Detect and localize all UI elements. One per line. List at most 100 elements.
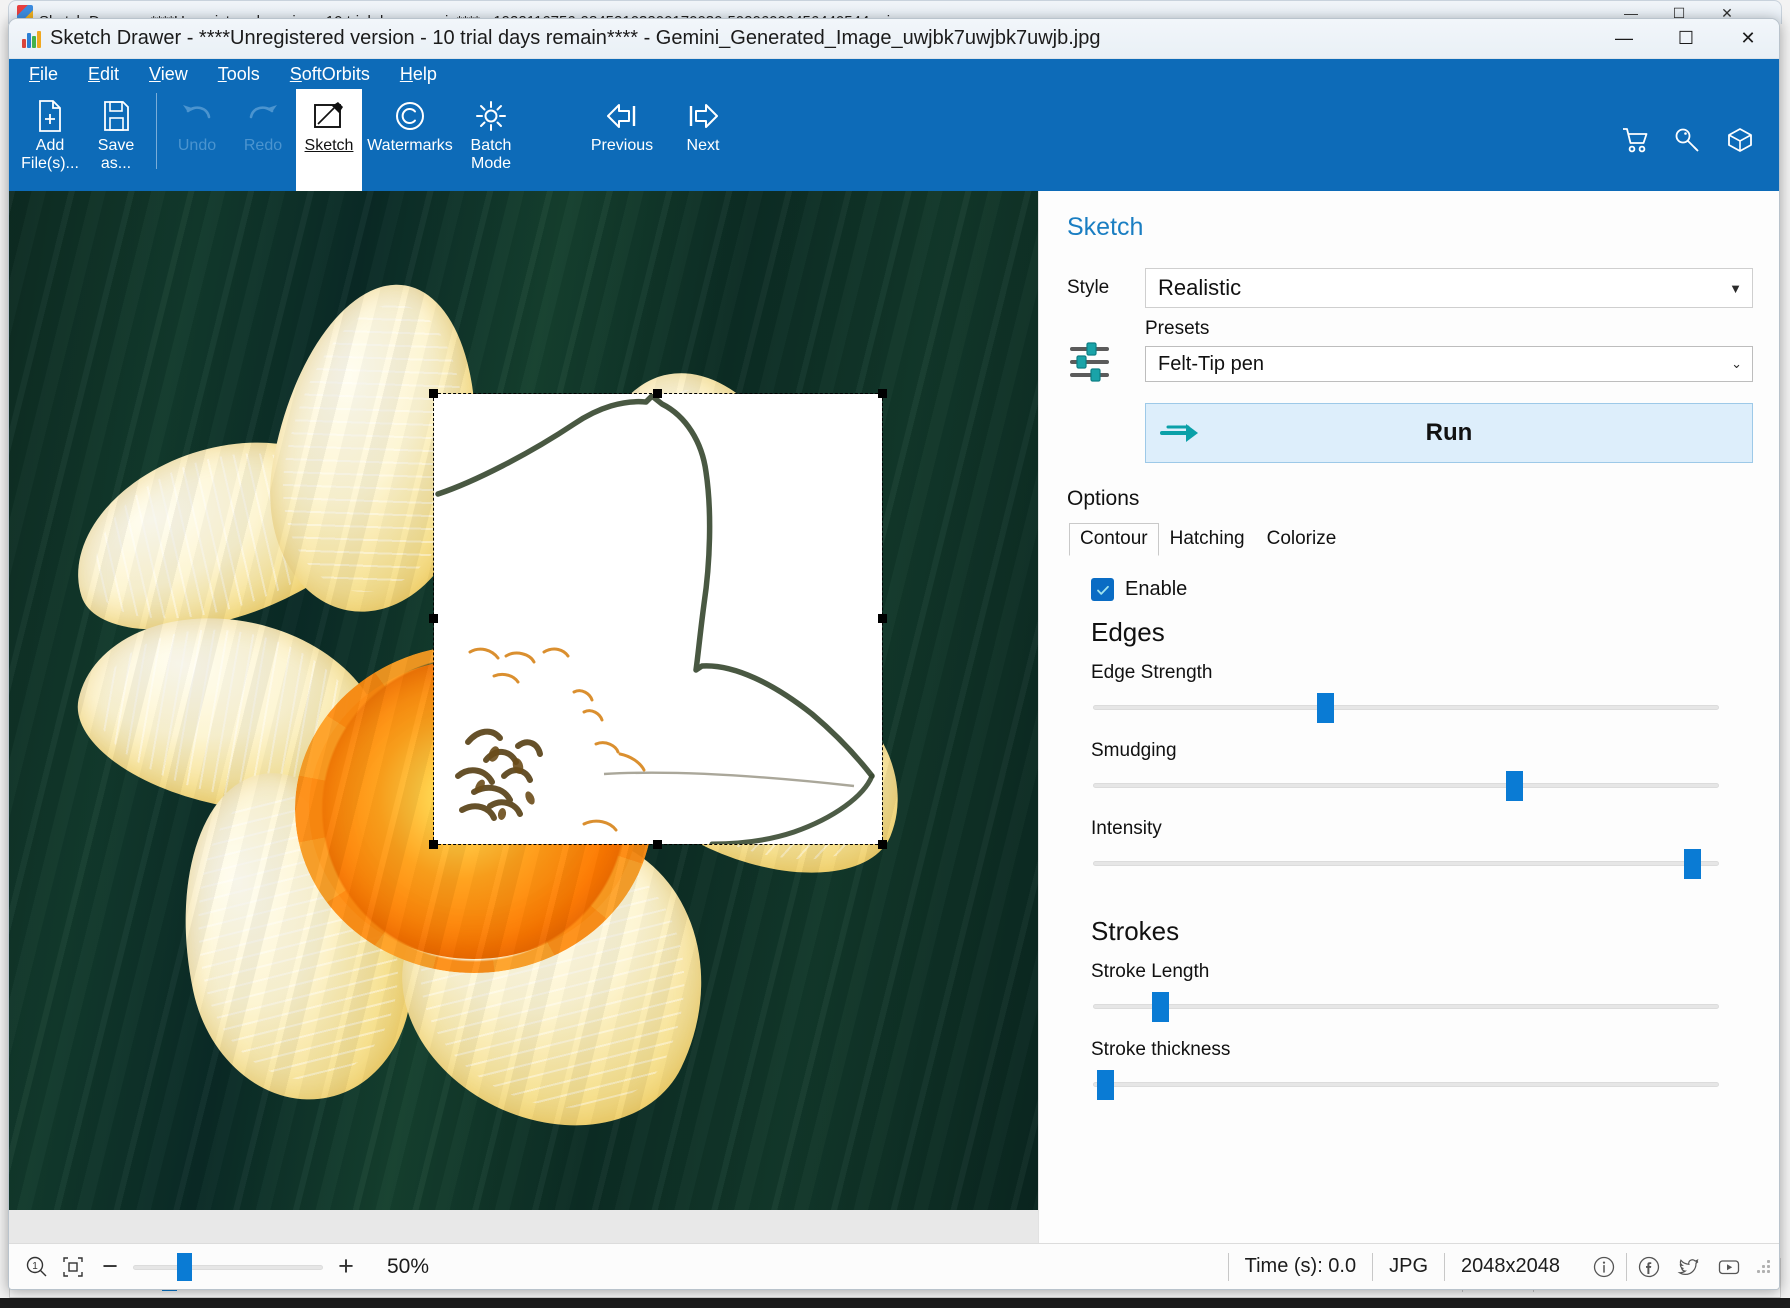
body: Sketch Style Realistic ▼ Presets Felt-Ti… bbox=[9, 191, 1779, 1243]
enable-checkbox[interactable] bbox=[1091, 578, 1114, 601]
menu-file[interactable]: File bbox=[25, 63, 62, 86]
undo-button[interactable]: Undo bbox=[164, 89, 230, 185]
batch-mode-button[interactable]: Batch Mode bbox=[458, 89, 524, 185]
maximize-button[interactable]: ☐ bbox=[1655, 19, 1717, 59]
next-button[interactable]: Next bbox=[670, 89, 736, 185]
zoom-in-button[interactable]: + bbox=[327, 1250, 365, 1284]
redo-label: Redo bbox=[243, 137, 283, 154]
window-title: Sketch Drawer - ****Unregistered version… bbox=[50, 27, 1101, 49]
slider-thumb[interactable] bbox=[1152, 992, 1170, 1022]
resize-handle-nw[interactable] bbox=[429, 389, 438, 398]
zoom-100-icon[interactable]: 1 bbox=[19, 1249, 55, 1285]
slider-track bbox=[1093, 861, 1719, 866]
processing-time: Time (s): 0.0 bbox=[1244, 1255, 1357, 1277]
info-icon[interactable] bbox=[1586, 1249, 1622, 1285]
watermarks-button[interactable]: Watermarks bbox=[362, 89, 458, 185]
stroke-length-slider[interactable] bbox=[1091, 989, 1719, 1025]
slider-thumb[interactable] bbox=[1683, 849, 1701, 879]
social-icons bbox=[1576, 1249, 1747, 1285]
edge-strength-slider[interactable] bbox=[1091, 690, 1719, 726]
strokes-section-title: Strokes bbox=[1091, 916, 1180, 946]
add-files-label: Add File(s)... bbox=[21, 137, 79, 173]
slider-thumb[interactable] bbox=[1097, 1070, 1115, 1100]
cart-icon[interactable] bbox=[1619, 123, 1653, 157]
redo-button[interactable]: Redo bbox=[230, 89, 296, 185]
statusbar: 1 − + 50% Time (s): 0.0 JPG 2048x2048 bbox=[9, 1243, 1779, 1289]
style-select[interactable]: Realistic ▼ bbox=[1145, 268, 1753, 308]
twitter-icon[interactable] bbox=[1671, 1249, 1707, 1285]
file-format: JPG bbox=[1389, 1255, 1429, 1277]
menu-edit[interactable]: Edit bbox=[84, 63, 123, 86]
resize-handle-sw[interactable] bbox=[429, 840, 438, 849]
slider-track bbox=[1093, 1004, 1719, 1009]
batch-mode-label: Batch Mode bbox=[470, 137, 512, 173]
canvas-area[interactable] bbox=[9, 191, 1038, 1243]
tab-colorize[interactable]: Colorize bbox=[1256, 523, 1348, 556]
presets-column: Presets Felt-Tip pen ⌄ bbox=[1145, 318, 1753, 382]
intensity-slider[interactable] bbox=[1091, 846, 1719, 882]
options-tabs: Contour Hatching Colorize bbox=[1069, 523, 1753, 556]
resize-handle-w[interactable] bbox=[429, 614, 438, 623]
presets-block: Presets Felt-Tip pen ⌄ bbox=[1067, 318, 1753, 389]
menu-tools[interactable]: Tools bbox=[214, 63, 264, 86]
run-button[interactable]: Run bbox=[1145, 403, 1753, 463]
zoom-slider[interactable] bbox=[133, 1250, 323, 1284]
sketch-button[interactable]: Sketch bbox=[296, 89, 362, 191]
tab-hatching[interactable]: Hatching bbox=[1159, 523, 1256, 556]
previous-label: Previous bbox=[590, 137, 654, 154]
save-icon bbox=[101, 95, 131, 137]
sketch-drawer-logo-icon bbox=[21, 29, 41, 49]
facebook-icon[interactable] bbox=[1631, 1249, 1667, 1285]
key-icon[interactable] bbox=[1671, 123, 1705, 157]
fit-to-window-icon[interactable] bbox=[55, 1249, 91, 1285]
resize-handle-e[interactable] bbox=[878, 614, 887, 623]
panel-title: Sketch bbox=[1067, 213, 1144, 241]
zoom-slider-thumb[interactable] bbox=[176, 1252, 192, 1281]
sketch-preview bbox=[434, 393, 882, 847]
menu-softorbits[interactable]: SoftOrbits bbox=[286, 63, 374, 86]
youtube-icon[interactable] bbox=[1711, 1249, 1747, 1285]
sketch-pencil-icon bbox=[312, 95, 346, 137]
resize-handle-s[interactable] bbox=[653, 840, 662, 849]
slider-track bbox=[1093, 783, 1719, 788]
close-button[interactable]: ✕ bbox=[1717, 19, 1779, 59]
taskbar-strip bbox=[0, 1298, 1790, 1308]
statusbar-right: Time (s): 0.0 JPG 2048x2048 bbox=[1227, 1249, 1773, 1285]
slider-track bbox=[1093, 1082, 1719, 1087]
minimize-button[interactable]: — bbox=[1593, 19, 1655, 59]
smudging-slider[interactable] bbox=[1091, 768, 1719, 804]
zoom-slider-track bbox=[133, 1264, 323, 1270]
resize-grip[interactable] bbox=[1755, 1258, 1773, 1276]
add-file-icon bbox=[35, 95, 65, 137]
previous-button[interactable]: Previous bbox=[574, 89, 670, 185]
resize-handle-n[interactable] bbox=[653, 389, 662, 398]
slider-track bbox=[1093, 705, 1719, 710]
resize-handle-ne[interactable] bbox=[878, 389, 887, 398]
sketch-label: Sketch bbox=[304, 137, 354, 154]
box-icon[interactable] bbox=[1723, 123, 1757, 157]
toolbar: Add File(s)... Save as... Undo Redo Sket… bbox=[9, 89, 1779, 191]
intensity-label: Intensity bbox=[1091, 818, 1162, 839]
tab-contour[interactable]: Contour bbox=[1069, 523, 1159, 556]
enable-row[interactable]: Enable bbox=[1091, 578, 1753, 601]
slider-thumb[interactable] bbox=[1506, 771, 1524, 801]
save-as-label: Save as... bbox=[97, 137, 135, 173]
undo-label: Undo bbox=[177, 137, 217, 154]
menu-help[interactable]: Help bbox=[396, 63, 441, 86]
resize-handle-se[interactable] bbox=[878, 840, 887, 849]
zoom-out-button[interactable]: − bbox=[91, 1250, 129, 1284]
selection-region[interactable] bbox=[429, 389, 887, 849]
options-label: Options bbox=[1067, 487, 1140, 510]
watermarks-label: Watermarks bbox=[367, 137, 453, 154]
ribbon-right-tools bbox=[1619, 89, 1779, 191]
smudging-label: Smudging bbox=[1091, 740, 1177, 761]
stroke-length-label: Stroke Length bbox=[1091, 961, 1210, 982]
style-value: Realistic bbox=[1158, 275, 1242, 300]
save-as-button[interactable]: Save as... bbox=[83, 89, 149, 185]
add-files-button[interactable]: Add File(s)... bbox=[17, 89, 83, 185]
slider-thumb[interactable] bbox=[1317, 693, 1335, 723]
chevron-down-icon: ⌄ bbox=[1731, 356, 1742, 371]
menu-view[interactable]: View bbox=[145, 63, 192, 86]
stroke-thickness-slider[interactable] bbox=[1091, 1067, 1719, 1103]
presets-select[interactable]: Felt-Tip pen ⌄ bbox=[1145, 346, 1753, 382]
